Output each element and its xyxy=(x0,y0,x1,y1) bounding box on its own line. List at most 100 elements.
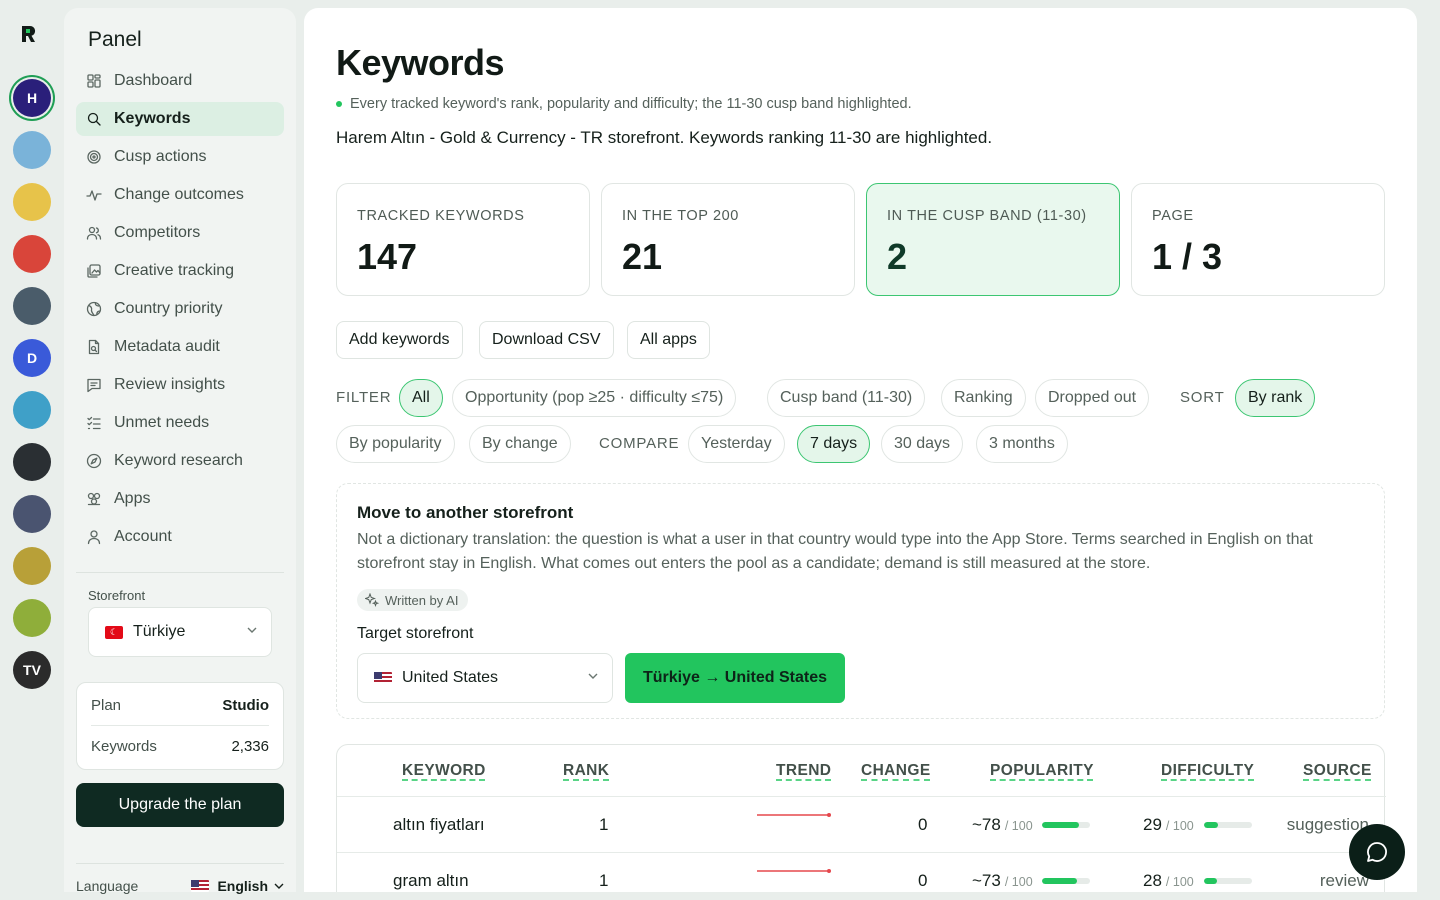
sidebar-item-keyword-research[interactable]: Keyword research xyxy=(76,444,284,478)
sidebar-item-metadata-audit[interactable]: Metadata audit xyxy=(76,330,284,364)
upgrade-plan-button[interactable]: Upgrade the plan xyxy=(76,783,284,827)
compare-chip-yesterday[interactable]: Yesterday xyxy=(688,425,785,463)
target-storefront-select[interactable]: United States xyxy=(357,653,613,703)
sidebar-item-apps[interactable]: Apps xyxy=(76,482,284,516)
difficulty-scale: / 100 xyxy=(1165,819,1194,833)
stat-card-page: PAGE 1 / 3 xyxy=(1131,183,1385,296)
keyword-cell[interactable]: altın fiyatları xyxy=(393,815,485,835)
plan-label: Plan xyxy=(91,697,122,714)
rail-app-app-11[interactable] xyxy=(13,599,51,637)
popularity-bar xyxy=(1042,822,1090,828)
language-select[interactable]: English xyxy=(191,878,284,894)
difficulty-bar-fill xyxy=(1204,822,1218,828)
sidebar-item-account[interactable]: Account xyxy=(76,520,284,554)
stat-value: 1 / 3 xyxy=(1152,236,1223,277)
compare-chip-30days[interactable]: 30 days xyxy=(881,425,964,463)
difficulty-bar-fill xyxy=(1204,878,1218,884)
sidebar-item-keywords[interactable]: Keywords xyxy=(76,102,284,136)
column-header-difficulty[interactable]: DIFFICULTY xyxy=(1161,762,1254,780)
rail-app-app-3[interactable] xyxy=(13,183,51,221)
column-header-popularity[interactable]: POPULARITY xyxy=(990,762,1094,780)
written-by-ai-badge: Written by AI xyxy=(357,589,469,611)
column-header-source[interactable]: SOURCE xyxy=(1303,762,1372,780)
rail-app-app-4[interactable] xyxy=(13,235,51,273)
stat-value: 21 xyxy=(622,236,663,277)
column-header-rank[interactable]: RANK xyxy=(563,762,609,780)
ai-badge-text: Written by AI xyxy=(385,592,459,608)
popularity-value: ~73 xyxy=(972,871,1001,890)
add-keywords-button[interactable]: Add keywords xyxy=(336,321,463,359)
filter-chip-opportunity[interactable]: Opportunity (pop ≥25 · difficulty ≤75) xyxy=(452,379,737,417)
rail-app-app-12[interactable]: TV xyxy=(13,651,51,689)
table-row[interactable]: gram altın 1 0 ~73/ 100 28/ 100 review xyxy=(337,852,1386,892)
column-header-trend[interactable]: TREND xyxy=(776,762,831,780)
filter-chip-dropped[interactable]: Dropped out xyxy=(1035,379,1150,417)
sort-chip-rank[interactable]: By rank xyxy=(1235,379,1316,417)
filter-chip-all[interactable]: All xyxy=(399,379,443,417)
column-header-change[interactable]: CHANGE xyxy=(861,762,931,780)
compass-icon xyxy=(86,453,102,469)
brand-logo-icon[interactable] xyxy=(18,24,38,44)
rail-app-initial: H xyxy=(26,90,38,106)
sidebar-item-dashboard[interactable]: Dashboard xyxy=(76,64,284,98)
rail-app-app-5[interactable] xyxy=(13,287,51,325)
sidebar-item-label: Keyword research xyxy=(114,452,243,469)
column-header-keyword[interactable]: KEYWORD xyxy=(402,762,486,780)
download-csv-button[interactable]: Download CSV xyxy=(479,321,614,359)
stat-label: IN THE TOP 200 xyxy=(622,208,739,224)
popularity-cell: ~78/ 100 xyxy=(972,815,1033,835)
page-subnote: Every tracked keyword's rank, popularity… xyxy=(336,96,912,112)
table-row[interactable]: altın fiyatları 1 0 ~78/ 100 29/ 100 suggesti… xyxy=(337,796,1386,852)
storefront-label: Storefront xyxy=(88,588,146,603)
rail-app-app-10[interactable] xyxy=(13,547,51,585)
sidebar-item-unmet-needs[interactable]: Unmet needs xyxy=(76,406,284,440)
language-row: Language English xyxy=(76,878,284,894)
sidebar-item-cusp-actions[interactable]: Cusp actions xyxy=(76,140,284,174)
rail-app-app-9[interactable] xyxy=(13,495,51,533)
plan-divider xyxy=(91,725,269,726)
difficulty-value: 28 xyxy=(1143,871,1162,890)
move-storefront-title: Move to another storefront xyxy=(357,503,574,522)
users-icon xyxy=(86,225,102,241)
compare-chip-3months[interactable]: 3 months xyxy=(976,425,1068,463)
sidebar-item-creative-tracking[interactable]: Creative tracking xyxy=(76,254,284,288)
grid-icon xyxy=(86,73,102,89)
rail-app-app-7[interactable] xyxy=(13,391,51,429)
sidebar-item-review-insights[interactable]: Review insights xyxy=(76,368,284,402)
compare-chip-7days[interactable]: 7 days xyxy=(797,425,871,463)
filter-chip-cusp[interactable]: Cusp band (11-30) xyxy=(767,379,926,417)
rail-app-app-8[interactable] xyxy=(13,443,51,481)
file-icon xyxy=(86,339,102,355)
move-storefront-button[interactable]: Türkiye → United States xyxy=(625,653,845,703)
app-rail: H D TV xyxy=(0,0,64,900)
chat-button[interactable] xyxy=(1349,824,1405,880)
rail-app-app-2[interactable] xyxy=(13,131,51,169)
popularity-scale: / 100 xyxy=(1004,819,1033,833)
sidebar-item-label: Account xyxy=(114,528,172,545)
sort-chip-popularity[interactable]: By popularity xyxy=(336,425,455,463)
us-flag-icon xyxy=(191,880,210,892)
sparkle-icon xyxy=(365,593,379,607)
sidebar-item-country-priority[interactable]: Country priority xyxy=(76,292,284,326)
all-apps-button[interactable]: All apps xyxy=(627,321,710,359)
main-content: Keywords Every tracked keyword's rank, p… xyxy=(304,8,1417,892)
message-icon xyxy=(86,377,102,393)
popularity-scale: / 100 xyxy=(1004,875,1033,889)
plan-row: Plan Studio xyxy=(91,697,269,714)
sidebar-item-change-outcomes[interactable]: Change outcomes xyxy=(76,178,284,212)
stat-card-cusp[interactable]: IN THE CUSP BAND (11-30) 2 xyxy=(866,183,1120,296)
rail-app-initial: D xyxy=(26,350,38,366)
keyword-cell[interactable]: gram altın xyxy=(393,871,469,891)
sidebar-item-label: Country priority xyxy=(114,300,223,317)
rail-app-harem-altin[interactable]: H xyxy=(13,79,51,117)
sidebar-item-competitors[interactable]: Competitors xyxy=(76,216,284,250)
sidebar-item-label: Apps xyxy=(114,490,151,507)
sort-chip-change[interactable]: By change xyxy=(469,425,571,463)
stat-label: PAGE xyxy=(1152,208,1194,224)
storefront-select[interactable]: Türkiye xyxy=(88,607,272,657)
rail-app-app-6[interactable]: D xyxy=(13,339,51,377)
turkey-flag-icon xyxy=(105,625,123,639)
difficulty-value: 29 xyxy=(1143,815,1162,834)
filter-chip-ranking[interactable]: Ranking xyxy=(941,379,1026,417)
sidebar-item-label: Cusp actions xyxy=(114,148,207,165)
